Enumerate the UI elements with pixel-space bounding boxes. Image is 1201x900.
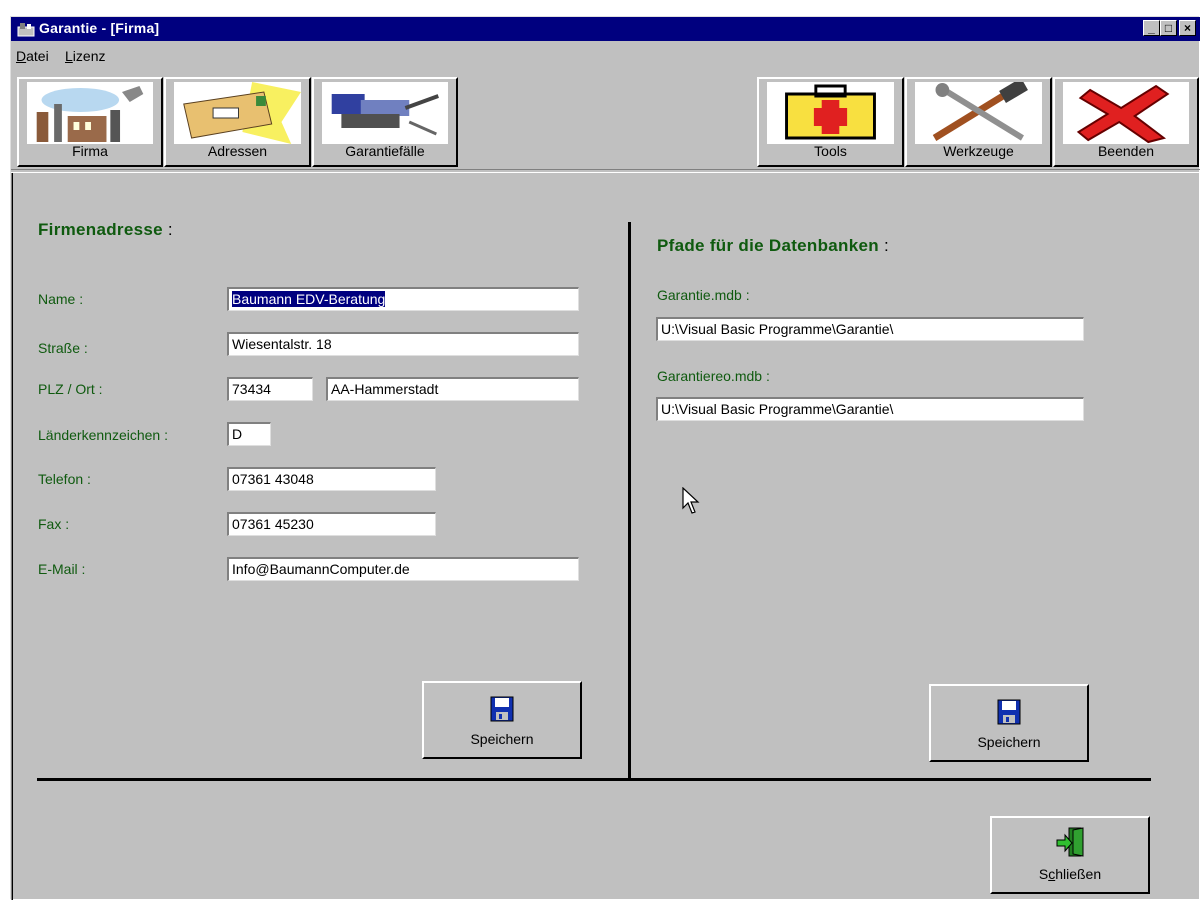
window-title: Garantie - [Firma]	[39, 20, 160, 36]
toolbar-tools-button[interactable]: Tools	[757, 77, 904, 167]
garantieeo-mdb-path-field[interactable]: U:\Visual Basic Programme\Garantie\	[656, 397, 1084, 421]
plz-ort-label: PLZ / Ort :	[38, 381, 103, 397]
phone-label: Telefon :	[38, 471, 91, 487]
first-aid-kit-icon	[767, 82, 894, 144]
hammer-wrench-icon	[915, 77, 1042, 144]
save-company-label: Speichern	[470, 731, 534, 747]
toolbar-firma-button[interactable]: Firma	[17, 77, 163, 167]
close-label-pre: S	[1038, 866, 1049, 882]
exit-door-icon	[1055, 826, 1085, 858]
toolbar-garantiefaelle-button[interactable]: Garantiefälle	[312, 77, 458, 167]
name-label: Name :	[38, 291, 84, 307]
floppy-disk-icon	[490, 695, 514, 723]
main-window: Garantie - [Firma] _ □ × Datei Lizenz Fi…	[10, 16, 1200, 900]
menu-bar: Datei Lizenz	[11, 44, 1199, 66]
toolbar-adressen-label: Adressen	[207, 143, 268, 159]
menu-datei-label: atei	[26, 48, 49, 64]
envelope-icon	[174, 82, 301, 144]
toolbar-firma-label: Firma	[72, 143, 108, 159]
company-heading-text: Firmenadresse	[38, 220, 163, 239]
close-window-button[interactable]: ×	[1179, 20, 1196, 36]
close-label-rest: hließen	[1055, 866, 1102, 882]
panel-divider-vertical	[628, 222, 631, 780]
menu-lizenz-label: izenz	[72, 48, 106, 64]
toolbar-tools-label: Tools	[814, 143, 847, 159]
toolbar-werkzeuge-button[interactable]: Werkzeuge	[905, 77, 1052, 167]
email-label: E-Mail :	[38, 561, 86, 577]
close-icon: ×	[1183, 21, 1191, 35]
client-edge	[11, 173, 13, 900]
plz-field[interactable]: 73434	[227, 377, 313, 401]
save-paths-label: Speichern	[977, 734, 1041, 750]
garantie-mdb-path-field[interactable]: U:\Visual Basic Programme\Garantie\	[656, 317, 1084, 341]
street-label: Straße :	[38, 340, 88, 356]
close-button[interactable]: Schließen	[990, 816, 1150, 894]
vise-icon	[322, 82, 448, 144]
floppy-disk-icon	[997, 698, 1021, 726]
name-value: Baumann EDV-Beratung	[232, 291, 386, 307]
menu-datei[interactable]: Datei	[16, 48, 49, 64]
save-paths-button[interactable]: Speichern	[929, 684, 1089, 762]
title-bar[interactable]: Garantie - [Firma] _ □ ×	[11, 17, 1200, 41]
toolbar-werkzeuge-label: Werkzeuge	[943, 143, 1014, 159]
minimize-icon: _	[1148, 21, 1155, 35]
minimize-button[interactable]: _	[1143, 20, 1160, 36]
save-company-button[interactable]: Speichern	[422, 681, 582, 759]
name-field[interactable]: Baumann EDV-Beratung	[227, 287, 579, 311]
app-icon[interactable]	[17, 21, 35, 37]
menu-lizenz-accel: L	[65, 48, 73, 64]
close-label: Schließen	[992, 866, 1148, 882]
toolbar-separator	[11, 169, 1200, 173]
country-field[interactable]: D	[227, 422, 271, 446]
fax-field[interactable]: 07361 45230	[227, 512, 436, 536]
maximize-button[interactable]: □	[1160, 20, 1177, 36]
street-field[interactable]: Wiesentalstr. 18	[227, 332, 579, 356]
menu-datei-accel: D	[16, 48, 27, 64]
toolbar-garantiefaelle-label: Garantiefälle	[345, 143, 425, 159]
company-heading: Firmenadresse :	[38, 220, 173, 239]
garantieeo-mdb-label: Garantiereo.mdb :	[657, 368, 770, 384]
email-field[interactable]: Info@BaumannComputer.de	[227, 557, 579, 581]
red-x-icon	[1063, 82, 1189, 144]
mouse-pointer-icon	[682, 486, 700, 515]
paths-heading-text: Pfade für die Datenbanken	[657, 236, 879, 255]
menu-lizenz[interactable]: Lizenz	[65, 48, 105, 64]
paths-heading: Pfade für die Datenbanken :	[657, 236, 889, 255]
toolbar-beenden-label: Beenden	[1097, 143, 1155, 159]
ort-field[interactable]: AA-Hammerstadt	[326, 377, 579, 401]
garantie-mdb-label: Garantie.mdb :	[657, 287, 750, 303]
fax-label: Fax :	[38, 516, 70, 532]
phone-field[interactable]: 07361 43048	[227, 467, 436, 491]
toolbar-adressen-button[interactable]: Adressen	[164, 77, 311, 167]
toolbar-beenden-button[interactable]: Beenden	[1053, 77, 1199, 167]
panel-divider-horizontal	[37, 778, 1151, 781]
maximize-icon: □	[1164, 21, 1173, 35]
factory-icon	[27, 82, 153, 144]
country-label: Länderkennzeichen :	[38, 427, 168, 443]
